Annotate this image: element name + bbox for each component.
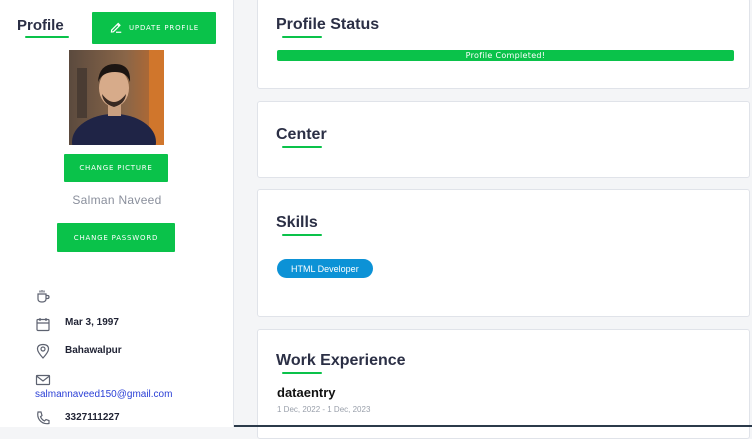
center-title-text: Center bbox=[276, 126, 327, 143]
profile-status-card: Profile Status Profile Completed! bbox=[257, 0, 750, 89]
title-underline bbox=[25, 36, 69, 38]
title-underline bbox=[282, 146, 322, 148]
work-experience-title: Work Experience bbox=[276, 352, 406, 374]
center-title: Center bbox=[276, 126, 327, 148]
job-dates: 1 Dec, 2022 - 1 Dec, 2023 bbox=[277, 405, 371, 414]
birth-date: Mar 3, 1997 bbox=[65, 317, 119, 328]
change-picture-button[interactable]: Change Picture bbox=[64, 154, 168, 182]
work-experience-title-text: Work Experience bbox=[276, 352, 406, 369]
title-underline bbox=[282, 372, 322, 374]
location: Bahawalpur bbox=[65, 345, 122, 356]
update-profile-button[interactable]: Update Profile bbox=[92, 12, 216, 44]
skills-title-text: Skills bbox=[276, 214, 318, 231]
center-card: Center bbox=[257, 101, 750, 178]
sidebar-title-text: Profile bbox=[17, 17, 64, 34]
skills-card: Skills HTML Developer bbox=[257, 189, 750, 317]
profile-status-title: Profile Status bbox=[276, 16, 379, 38]
profile-avatar bbox=[69, 50, 164, 145]
phone-number: 3327111227 bbox=[65, 412, 120, 423]
phone-icon bbox=[35, 410, 51, 426]
job-title: dataentry bbox=[277, 385, 336, 400]
profile-status-title-text: Profile Status bbox=[276, 16, 380, 33]
work-experience-card: Work Experience dataentry 1 Dec, 2022 - … bbox=[257, 329, 750, 439]
progress-fill: Profile Completed! bbox=[277, 50, 734, 61]
mail-icon bbox=[35, 372, 51, 388]
edit-pen-icon bbox=[109, 20, 123, 36]
update-profile-label: Update Profile bbox=[129, 24, 199, 32]
skills-title: Skills bbox=[276, 214, 322, 236]
title-underline bbox=[282, 36, 322, 38]
sidebar-title: Profile bbox=[17, 17, 69, 38]
title-underline bbox=[282, 234, 322, 236]
email-link[interactable]: salmannaveed150@gmail.com bbox=[35, 389, 172, 400]
change-password-button[interactable]: Change Password bbox=[57, 223, 175, 252]
user-name: Salman Naveed bbox=[72, 193, 162, 207]
profile-progress-bar: Profile Completed! bbox=[277, 50, 734, 61]
calendar-icon bbox=[35, 316, 51, 332]
skill-badge[interactable]: HTML Developer bbox=[277, 259, 373, 278]
profile-sidebar: Profile Update Profile bbox=[0, 0, 234, 427]
location-pin-icon bbox=[35, 343, 51, 359]
coffee-icon bbox=[35, 288, 51, 304]
